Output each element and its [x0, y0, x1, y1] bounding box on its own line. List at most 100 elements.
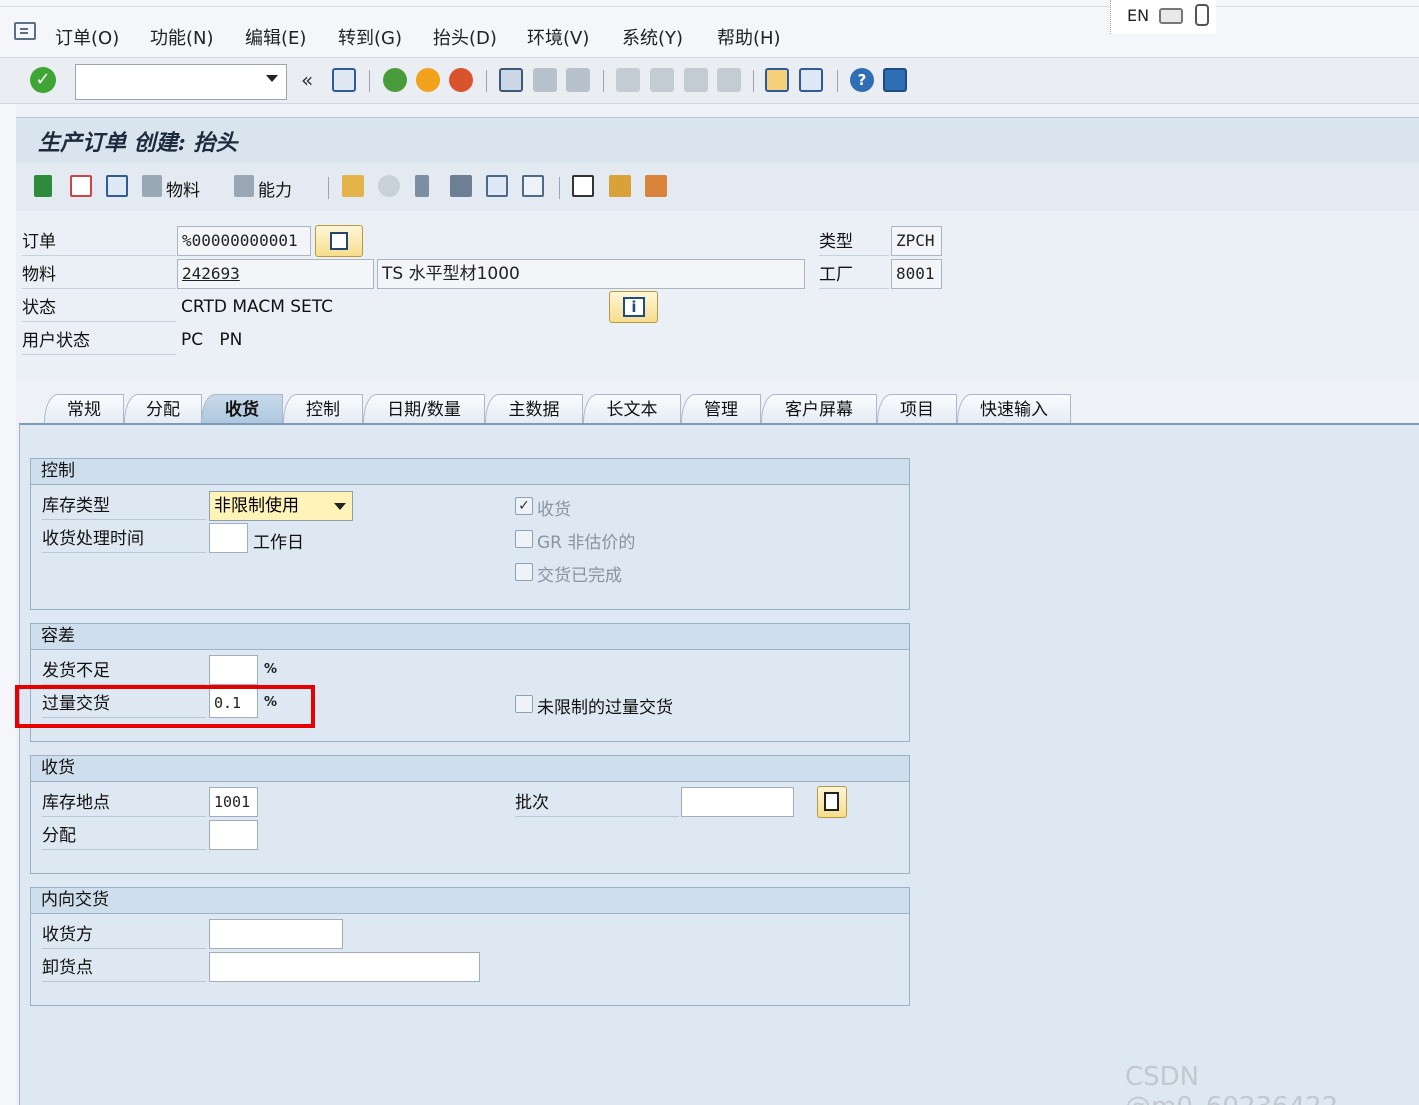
tab-control[interactable]: 控制 [283, 394, 363, 424]
menu-goto[interactable]: 转到(G) [338, 24, 402, 50]
exit-icon[interactable] [416, 68, 440, 92]
distribution-label: 分配 [42, 822, 206, 850]
menu-header[interactable]: 抬头(D) [433, 24, 497, 50]
tolerance-group-title: 容差 [31, 624, 909, 650]
gr-processing-time-field[interactable] [209, 523, 248, 553]
components-icon[interactable] [70, 175, 92, 197]
chevron-down-icon[interactable] [266, 75, 278, 82]
next-page-icon[interactable] [684, 68, 708, 92]
sort-icon[interactable] [645, 175, 667, 197]
back-green-icon[interactable] [383, 68, 407, 92]
menu-bar: 订单(O) 功能(N) 编辑(E) 转到(G) 抬头(D) 环境(V) 系统(Y… [0, 0, 1419, 58]
toolbar-separator [559, 177, 560, 199]
tab-master-data[interactable]: 主数据 [485, 394, 583, 424]
order-label: 订单 [22, 228, 176, 256]
chevron-down-icon[interactable] [334, 503, 346, 510]
capacity-icon[interactable] [234, 175, 254, 197]
toolbar-separator [369, 70, 370, 92]
unlimited-overdelivery-checkbox[interactable] [515, 695, 533, 713]
customize-layout-icon[interactable] [883, 68, 907, 92]
create-batch-button[interactable] [817, 786, 847, 818]
capacity-button-label[interactable]: 能力 [258, 176, 292, 201]
menu-environment[interactable]: 环境(V) [527, 24, 589, 50]
tab-goods-receipt[interactable]: 收货 [201, 394, 283, 424]
menu-edit[interactable]: 编辑(E) [245, 24, 306, 50]
shortcut-icon[interactable] [799, 68, 823, 92]
menu-icon[interactable] [14, 22, 36, 40]
tab-customer-screen[interactable]: 客户屏幕 [761, 394, 877, 424]
calculator-icon[interactable] [106, 175, 128, 197]
storage-location-field[interactable]: 1001 [209, 787, 258, 817]
flag-icon[interactable] [34, 175, 52, 197]
left-margin [0, 104, 16, 1105]
menu-order[interactable]: 订单(O) [55, 24, 119, 50]
goods-receipt-group-title: 收货 [31, 756, 909, 782]
command-field[interactable] [75, 64, 287, 100]
menu-system[interactable]: 系统(Y) [622, 24, 683, 50]
tab-long-text[interactable]: 长文本 [583, 394, 681, 424]
info-icon: i [623, 297, 645, 317]
language-indicator[interactable]: EN [1110, 0, 1216, 34]
stock-type-select[interactable]: 非限制使用 [209, 491, 353, 521]
prev-page-icon[interactable] [650, 68, 674, 92]
help-icon[interactable]: ? [850, 68, 874, 92]
stock-type-label: 库存类型 [42, 492, 206, 520]
material-button-label[interactable]: 物料 [166, 176, 200, 201]
find-next-icon[interactable] [566, 68, 590, 92]
material-field[interactable]: 242693 [177, 259, 374, 289]
table-icon[interactable] [572, 175, 594, 197]
network-icon[interactable] [450, 175, 472, 197]
list-icon[interactable] [522, 175, 544, 197]
distribution-field[interactable] [209, 820, 258, 850]
disk-icon[interactable] [378, 175, 400, 197]
back-icon[interactable]: « [301, 68, 313, 92]
save-icon[interactable] [332, 68, 356, 92]
goods-receipt-label: 收货 [537, 500, 571, 520]
delivery-completed-checkbox[interactable] [515, 563, 533, 581]
tab-administration[interactable]: 管理 [681, 394, 761, 424]
application-toolbar: 物料 能力 [16, 163, 1419, 211]
order-field[interactable]: %00000000001 [177, 226, 311, 256]
enter-icon[interactable]: ✓ [30, 67, 56, 93]
last-page-icon[interactable] [717, 68, 741, 92]
expand-icon[interactable] [1195, 4, 1209, 26]
plant-field[interactable]: 8001 [891, 259, 942, 289]
page-title: 生产订单 创建: 抬头 [38, 130, 238, 156]
recipient-field[interactable] [209, 919, 343, 949]
status-info-button[interactable]: i [609, 291, 658, 323]
new-session-icon[interactable] [765, 68, 789, 92]
highlight-annotation [15, 685, 315, 728]
toolbar-separator [603, 70, 604, 92]
cancel-icon[interactable] [449, 68, 473, 92]
material-description: TS 水平型材1000 [377, 259, 805, 289]
menu-function[interactable]: 功能(N) [150, 24, 214, 50]
toolbar-separator [486, 70, 487, 92]
tab-project[interactable]: 项目 [877, 394, 957, 424]
type-field[interactable]: ZPCH [891, 226, 942, 256]
tree-icon[interactable] [609, 175, 631, 197]
find-icon[interactable] [533, 68, 557, 92]
goods-receipt-checkbox[interactable]: ✓ [515, 497, 533, 515]
delivery-completed-label: 交货已完成 [537, 566, 622, 586]
tab-assignment[interactable]: 分配 [124, 394, 202, 424]
pencil-icon [330, 232, 348, 250]
hierarchy-icon[interactable] [342, 175, 364, 197]
tab-dates-quantities[interactable]: 日期/数量 [363, 394, 485, 424]
batch-field[interactable] [681, 787, 794, 817]
documents-icon[interactable] [486, 175, 508, 197]
unloading-point-label: 卸货点 [42, 954, 206, 982]
edit-icon[interactable] [315, 225, 363, 257]
first-page-icon[interactable] [616, 68, 640, 92]
menu-help[interactable]: 帮助(H) [717, 24, 781, 50]
sequence-icon[interactable] [415, 175, 429, 197]
tab-general[interactable]: 常规 [44, 394, 124, 424]
underdelivery-field[interactable] [209, 655, 258, 685]
material-icon[interactable] [142, 175, 162, 197]
keyboard-icon[interactable] [1159, 8, 1183, 24]
unloading-point-field[interactable] [209, 952, 480, 982]
plant-label: 工厂 [819, 261, 889, 289]
tab-quick-entry[interactable]: 快速输入 [957, 394, 1071, 424]
gr-non-valuated-checkbox[interactable] [515, 530, 533, 548]
print-icon[interactable] [499, 68, 523, 92]
recipient-label: 收货方 [42, 921, 206, 949]
